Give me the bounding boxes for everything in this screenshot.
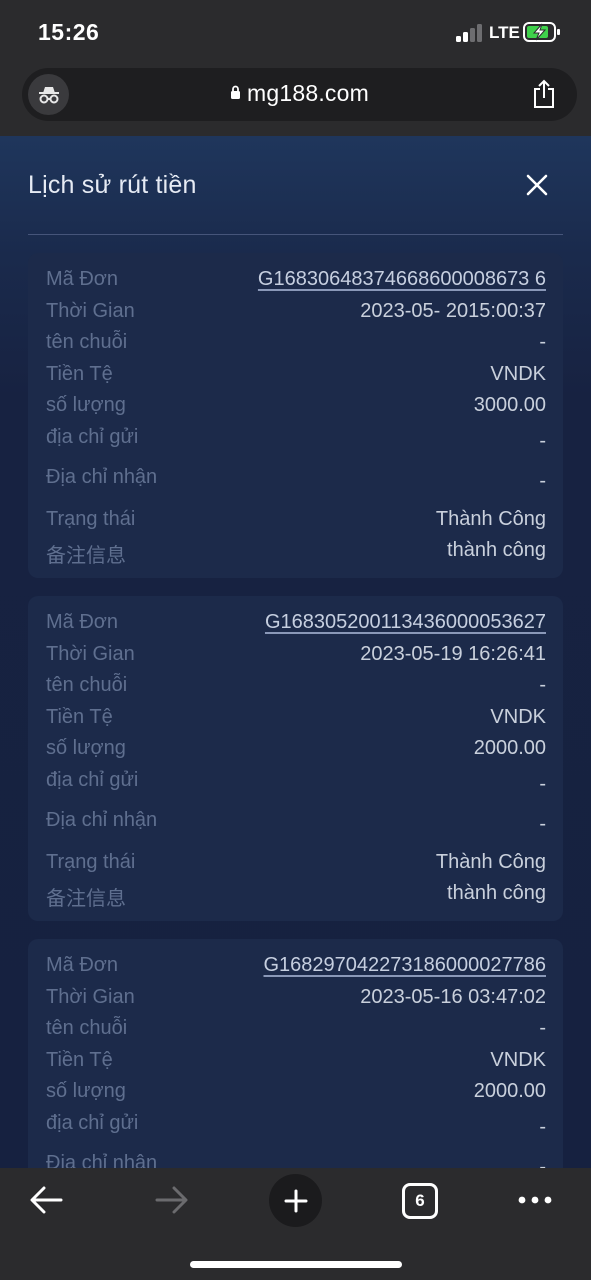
chain-name-row: tên chuỗi - xyxy=(46,674,546,700)
share-icon[interactable] xyxy=(531,79,557,109)
currency-value: VNDK xyxy=(490,1049,546,1071)
currency-value: VNDK xyxy=(490,706,546,728)
currency-value: VNDK xyxy=(490,363,546,385)
withdrawal-history-modal: Lịch sử rút tiền Mã Đơn G168306483746686… xyxy=(0,136,591,1168)
url-text: mg188.com xyxy=(247,80,369,106)
send-address-value: - xyxy=(539,430,546,452)
send-address-label: địa chỉ gửi xyxy=(46,769,139,791)
time-row: Thời Gian 2023-05-16 03:47:02 xyxy=(46,986,546,1012)
order-id-label: Mã Đơn xyxy=(46,611,119,633)
home-indicator xyxy=(190,1261,402,1268)
remark-row: 备注信息 thành công xyxy=(46,539,546,567)
receive-address-value: - xyxy=(539,470,546,492)
chain-name-label: tên chuỗi xyxy=(46,331,128,353)
order-id-row: Mã Đơn G16830648374668600008673 6 xyxy=(46,268,546,294)
send-address-value: - xyxy=(539,1116,546,1138)
status-row: Trạng thái Thành Công xyxy=(46,851,546,877)
status-value: Thành Công xyxy=(435,851,546,873)
time-label: Thời Gian xyxy=(46,643,135,665)
time-label: Thời Gian xyxy=(46,300,135,322)
time-value: 2023-05-16 03:47:02 xyxy=(360,986,546,1008)
order-id-row: Mã Đơn G168297042273186000027786 xyxy=(46,954,546,980)
send-address-row: địa chỉ gửi - xyxy=(46,1112,546,1138)
order-id-label: Mã Đơn xyxy=(46,954,119,976)
more-dots-icon[interactable] xyxy=(516,1188,554,1212)
chain-name-label: tên chuỗi xyxy=(46,1017,128,1039)
plus-icon[interactable] xyxy=(269,1174,322,1227)
receive-address-row: Địa chỉ nhận - xyxy=(46,809,546,835)
tab-count: 6 xyxy=(415,1191,425,1210)
send-address-row: địa chỉ gửi - xyxy=(46,769,546,795)
time-label: Thời Gian xyxy=(46,986,135,1008)
remark-value: thành công xyxy=(447,539,546,561)
modal-header: Lịch sử rút tiền xyxy=(28,136,563,235)
amount-value: 2000.00 xyxy=(473,1080,546,1102)
currency-row: Tiền Tệ VNDK xyxy=(46,1049,546,1075)
status-row: Trạng thái Thành Công xyxy=(46,508,546,534)
receive-address-row: Địa chỉ nhận - xyxy=(46,466,546,492)
address-bar[interactable]: mg188.com xyxy=(22,68,577,121)
cellular-signal-icon xyxy=(456,24,482,42)
receive-address-label: Địa chỉ nhận xyxy=(46,1152,158,1168)
withdrawal-record-card: Mã Đơn G168305200113436000053627 Thời Gi… xyxy=(28,596,563,921)
amount-label: số lượng xyxy=(46,394,126,416)
amount-row: số lượng 3000.00 xyxy=(46,394,546,420)
receive-address-row: Địa chỉ nhận - xyxy=(46,1152,546,1168)
chain-name-label: tên chuỗi xyxy=(46,674,128,696)
amount-label: số lượng xyxy=(46,1080,126,1102)
battery-charging-icon xyxy=(523,22,560,42)
remark-row: 备注信息 thành công xyxy=(46,882,546,910)
order-id-row: Mã Đơn G168305200113436000053627 xyxy=(46,611,546,637)
order-id-link[interactable]: G168297042273186000027786 xyxy=(263,954,546,977)
time-row: Thời Gian 2023-05-19 16:26:41 xyxy=(46,643,546,669)
amount-row: số lượng 2000.00 xyxy=(46,1080,546,1106)
currency-row: Tiền Tệ VNDK xyxy=(46,363,546,389)
send-address-row: địa chỉ gửi - xyxy=(46,426,546,452)
receive-address-value: - xyxy=(539,1156,546,1168)
url-display[interactable]: mg188.com xyxy=(22,80,577,107)
time-value: 2023-05-19 16:26:41 xyxy=(360,643,546,665)
chain-name-value: - xyxy=(539,674,546,696)
send-address-label: địa chỉ gửi xyxy=(46,1112,139,1134)
withdrawal-record-card: Mã Đơn G168297042273186000027786 Thời Gi… xyxy=(28,939,563,1168)
chain-name-row: tên chuỗi - xyxy=(46,331,546,357)
status-time: 15:26 xyxy=(38,19,100,45)
receive-address-label: Địa chỉ nhận xyxy=(46,809,158,831)
receive-address-label: Địa chỉ nhận xyxy=(46,466,158,488)
currency-row: Tiền Tệ VNDK xyxy=(46,706,546,732)
currency-label: Tiền Tệ xyxy=(46,1049,113,1071)
order-id-link[interactable]: G16830648374668600008673 6 xyxy=(258,268,546,291)
browser-top-chrome: 15:26 LTE mg188.com xyxy=(0,0,591,136)
receive-address-value: - xyxy=(539,813,546,835)
chain-name-value: - xyxy=(539,1017,546,1039)
back-arrow-icon[interactable] xyxy=(26,1182,66,1218)
close-icon[interactable] xyxy=(525,173,549,197)
remark-value: thành công xyxy=(447,882,546,904)
chain-name-row: tên chuỗi - xyxy=(46,1017,546,1043)
status-value: Thành Công xyxy=(435,508,546,530)
remark-label: 备注信息 xyxy=(46,545,126,567)
send-address-value: - xyxy=(539,773,546,795)
modal-title: Lịch sử rút tiền xyxy=(28,171,197,199)
amount-row: số lượng 2000.00 xyxy=(46,737,546,763)
amount-value: 3000.00 xyxy=(473,394,546,416)
network-type: LTE xyxy=(489,23,520,42)
tabs-icon[interactable]: 6 xyxy=(402,1183,438,1219)
remark-label: 备注信息 xyxy=(46,888,126,910)
amount-value: 2000.00 xyxy=(473,737,546,759)
status-label: Trạng thái xyxy=(46,508,136,530)
send-address-label: địa chỉ gửi xyxy=(46,426,139,448)
currency-label: Tiền Tệ xyxy=(46,363,113,385)
order-id-link[interactable]: G168305200113436000053627 xyxy=(265,611,546,634)
order-id-label: Mã Đơn xyxy=(46,268,119,290)
currency-label: Tiền Tệ xyxy=(46,706,113,728)
forward-arrow-icon[interactable] xyxy=(152,1182,192,1218)
chain-name-value: - xyxy=(539,331,546,353)
time-value: 2023-05- 2015:00:37 xyxy=(360,300,546,322)
status-label: Trạng thái xyxy=(46,851,136,873)
withdrawal-record-card: Mã Đơn G16830648374668600008673 6 Thời G… xyxy=(28,253,563,578)
lock-icon xyxy=(231,86,241,100)
amount-label: số lượng xyxy=(46,737,126,759)
time-row: Thời Gian 2023-05- 2015:00:37 xyxy=(46,300,546,326)
